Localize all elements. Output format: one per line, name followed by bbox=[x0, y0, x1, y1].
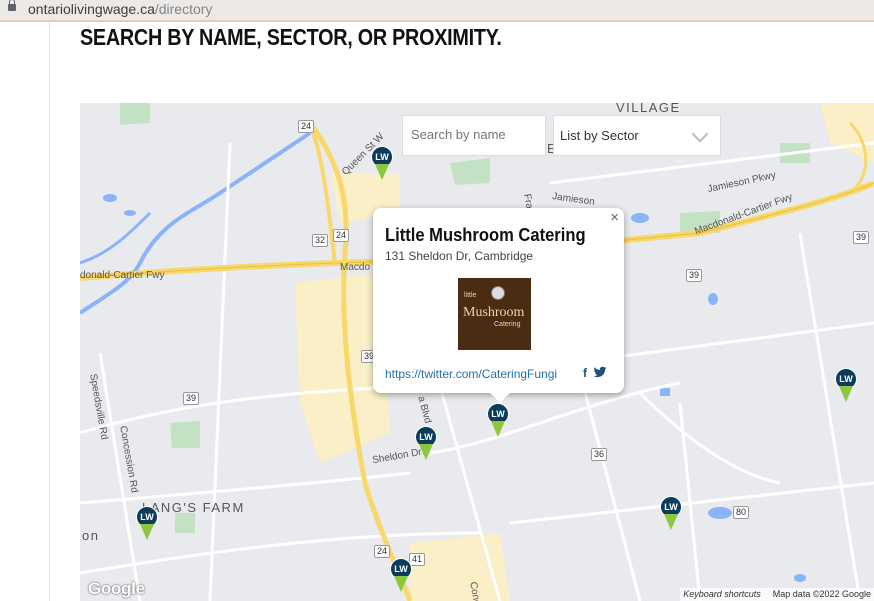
business-logo: little Mushroom Catering bbox=[458, 278, 531, 350]
map-marker[interactable]: LW bbox=[660, 496, 682, 532]
map-attribution: Keyboard shortcuts Map data ©2022 Google bbox=[680, 588, 874, 601]
map-marker[interactable]: LW bbox=[390, 558, 412, 594]
route-shield: 80 bbox=[733, 506, 750, 519]
route-shield: 39 bbox=[183, 392, 200, 405]
page-heading: SEARCH BY NAME, SECTOR, OR PROXIMITY. bbox=[80, 24, 502, 50]
logo-text-line3: Catering bbox=[494, 321, 521, 328]
left-divider bbox=[49, 22, 50, 601]
twitter-link[interactable]: https://twitter.com/CateringFungi bbox=[385, 367, 557, 381]
chevron-down-icon bbox=[691, 125, 709, 143]
search-by-name-field[interactable] bbox=[402, 115, 549, 156]
facebook-icon[interactable]: f bbox=[583, 366, 587, 380]
keyboard-shortcuts-link[interactable]: Keyboard shortcuts bbox=[683, 589, 761, 599]
route-shield: 24 bbox=[298, 120, 315, 133]
map-label-macdo: Macdo bbox=[340, 262, 371, 273]
logo-text-line2: Mushroom bbox=[463, 305, 525, 320]
map-label-on: on bbox=[82, 528, 100, 543]
sector-dropdown[interactable]: List by Sector bbox=[553, 115, 721, 156]
page-top-rule bbox=[0, 20, 874, 22]
map-marker[interactable]: LW bbox=[415, 426, 437, 462]
route-shield: 32 bbox=[312, 234, 329, 247]
logo-text-line1: little bbox=[464, 292, 477, 299]
twitter-icon[interactable] bbox=[593, 365, 607, 379]
close-icon[interactable]: × bbox=[610, 209, 619, 226]
mushroom-icon bbox=[491, 286, 505, 300]
sector-dropdown-value: List by Sector bbox=[560, 128, 639, 143]
search-input[interactable] bbox=[403, 116, 549, 153]
route-shield: 39 bbox=[686, 269, 703, 282]
map-marker[interactable]: LW bbox=[487, 403, 509, 439]
route-shield: 24 bbox=[333, 229, 350, 242]
google-logo: Google bbox=[88, 579, 145, 598]
map-data-credit: Map data ©2022 Google bbox=[772, 589, 871, 599]
business-name: Little Mushroom Catering bbox=[385, 225, 586, 245]
directory-map[interactable]: VILLAGE LANG'S FARM on Queen St W Jamies… bbox=[80, 103, 874, 601]
business-address: 131 Sheldon Dr, Cambridge bbox=[385, 249, 534, 263]
route-shield: 24 bbox=[374, 545, 391, 558]
route-shield: 39 bbox=[853, 231, 870, 244]
browser-address-bar[interactable]: ontariolivingwage.ca/directory bbox=[0, 0, 874, 20]
url-text[interactable]: ontariolivingwage.ca/directory bbox=[28, 1, 212, 17]
map-marker[interactable]: LW bbox=[371, 146, 393, 182]
map-label-village: VILLAGE bbox=[616, 103, 681, 115]
map-marker[interactable]: LW bbox=[136, 506, 158, 542]
map-marker[interactable]: LW bbox=[835, 368, 857, 404]
lock-icon bbox=[8, 0, 16, 11]
business-info-popup: × Little Mushroom Catering 131 Sheldon D… bbox=[373, 208, 624, 403]
map-label-macdonald-cartier-left: donald-Cartier Fwy bbox=[80, 270, 165, 281]
route-shield: 36 bbox=[591, 448, 608, 461]
